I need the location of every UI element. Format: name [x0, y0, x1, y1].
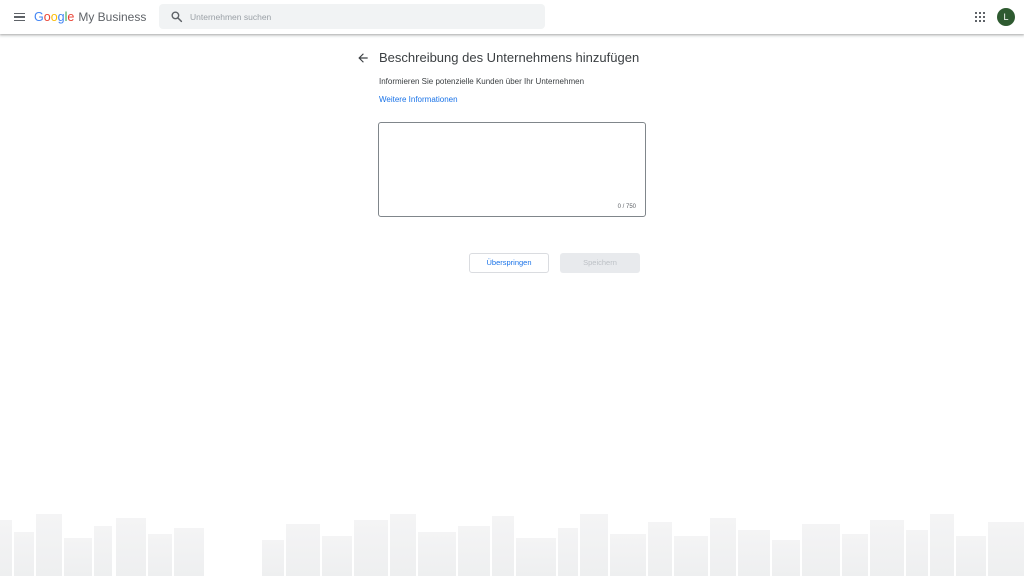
save-button[interactable]: Speichern — [560, 253, 640, 273]
business-description-input[interactable] — [385, 128, 639, 198]
brand-letter: e — [67, 10, 75, 24]
skip-button[interactable]: Überspringen — [469, 253, 549, 273]
hamburger-menu-icon[interactable] — [9, 7, 29, 27]
account-avatar[interactable]: L — [997, 8, 1015, 26]
arrow-back-icon[interactable] — [356, 51, 370, 65]
page-subtitle: Informieren Sie potenzielle Kunden über … — [379, 77, 585, 86]
top-app-bar: Google My Business L — [0, 0, 1024, 34]
city-skyline-illustration — [0, 514, 1024, 576]
search-icon — [171, 11, 183, 23]
brand-letter: G — [34, 10, 44, 24]
brand-letter: o — [43, 10, 51, 24]
character-counter: 0 / 750 — [617, 204, 636, 210]
brand-letter: o — [50, 10, 58, 24]
search-bar[interactable] — [159, 4, 545, 29]
business-description-field[interactable]: 0 / 750 — [378, 122, 646, 217]
page-title: Beschreibung des Unternehmens hinzufügen — [379, 50, 640, 65]
brand-product-name: My Business — [78, 10, 147, 24]
apps-grid-icon[interactable] — [975, 12, 985, 22]
google-my-business-logo[interactable]: Google My Business — [34, 9, 146, 25]
search-input[interactable] — [190, 4, 535, 29]
more-info-link[interactable]: Weitere Informationen — [379, 94, 458, 105]
brand-letter: g — [57, 10, 65, 24]
